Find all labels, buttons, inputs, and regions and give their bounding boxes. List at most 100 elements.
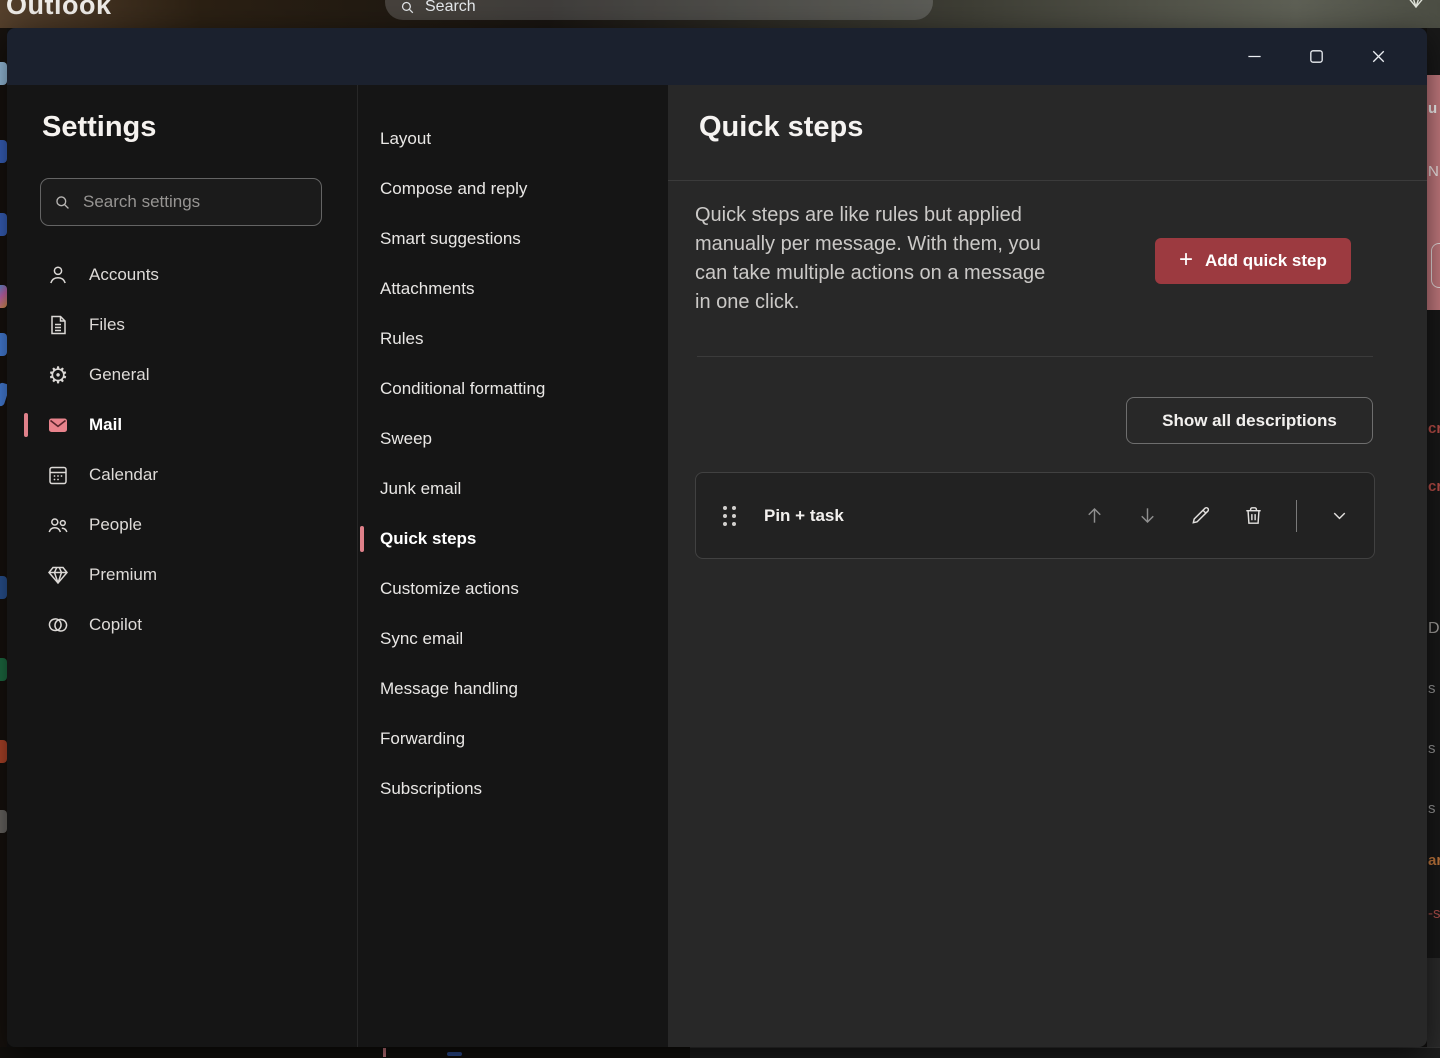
close-button[interactable] — [1347, 37, 1409, 77]
sidebar-item-label: Calendar — [89, 465, 158, 485]
sidebar-item-label: General — [89, 365, 149, 385]
settings-title: Settings — [42, 111, 156, 144]
sidebar-item-files[interactable]: Files — [7, 300, 357, 350]
app-rail-icon — [0, 382, 7, 407]
settings-dialog: Settings Accounts — [7, 28, 1427, 1047]
screen: Outlook Search u N cr cr De s s s ar -s — [0, 0, 1440, 1058]
background-button-edge — [1431, 243, 1440, 288]
delete-button[interactable] — [1241, 503, 1266, 528]
sidebar-item-label: People — [89, 515, 142, 535]
sidebar-item-accounts[interactable]: Accounts — [7, 250, 357, 300]
nav-item-quick-steps[interactable]: Quick steps — [358, 514, 668, 564]
settings-sidebar: Settings Accounts — [7, 85, 358, 1047]
add-quick-step-button[interactable]: + Add quick step — [1155, 238, 1351, 284]
background-content-right: u N cr cr De s s s ar -s — [1427, 28, 1440, 1047]
sidebar-item-label: Copilot — [89, 615, 142, 635]
app-rail-icon — [0, 213, 7, 236]
move-up-button[interactable] — [1082, 503, 1107, 528]
gear-icon: ⚙ — [45, 362, 71, 388]
sidebar-item-mail[interactable]: Mail — [7, 400, 357, 450]
chevron-down-icon — [1328, 504, 1351, 527]
background-content-bottom — [0, 1047, 1440, 1058]
sidebar-item-people[interactable]: People — [7, 500, 357, 550]
show-all-descriptions-button[interactable]: Show all descriptions — [1126, 397, 1373, 444]
settings-search-box[interactable] — [40, 178, 322, 226]
plus-icon: + — [1179, 248, 1193, 272]
nav-item-subscriptions[interactable]: Subscriptions — [358, 764, 668, 814]
dialog-titlebar — [7, 28, 1427, 85]
trash-icon — [1242, 504, 1265, 527]
background-app-rail — [0, 28, 7, 1058]
outlook-logo: Outlook — [6, 0, 112, 21]
diamond-icon — [45, 562, 71, 588]
background-block — [1427, 958, 1440, 1047]
window-controls — [1223, 28, 1409, 85]
quick-step-name: Pin + task — [764, 506, 844, 526]
sidebar-item-label: Premium — [89, 565, 157, 585]
minimize-button[interactable] — [1223, 37, 1285, 77]
search-icon — [399, 0, 416, 16]
nav-item-forwarding[interactable]: Forwarding — [358, 714, 668, 764]
pencil-icon — [1189, 504, 1212, 527]
app-rail-icon — [0, 333, 7, 356]
calendar-icon — [45, 462, 71, 488]
nav-item-customize-actions[interactable]: Customize actions — [358, 564, 668, 614]
add-quick-step-label: Add quick step — [1205, 251, 1327, 271]
nav-item-smart-suggestions[interactable]: Smart suggestions — [358, 214, 668, 264]
nav-item-junk-email[interactable]: Junk email — [358, 464, 668, 514]
sidebar-item-label: Accounts — [89, 265, 159, 285]
app-rail-icon — [0, 62, 7, 85]
search-icon — [53, 193, 72, 212]
settings-categories: Accounts Files ⚙ General — [7, 250, 357, 650]
word-rail-icon — [0, 576, 7, 599]
excel-rail-icon — [0, 658, 7, 681]
sidebar-item-premium[interactable]: Premium — [7, 550, 357, 600]
premium-diamond-icon — [1404, 0, 1428, 11]
maximize-icon — [1306, 46, 1327, 67]
settings-search-input[interactable] — [83, 192, 309, 212]
app-rail-icon — [0, 810, 7, 833]
quick-step-actions — [1082, 500, 1352, 532]
nav-item-message-handling[interactable]: Message handling — [358, 664, 668, 714]
divider — [668, 180, 1427, 181]
copilot-rail-icon — [0, 285, 7, 308]
document-icon — [45, 312, 71, 338]
nav-item-sweep[interactable]: Sweep — [358, 414, 668, 464]
page-title: Quick steps — [699, 111, 863, 144]
nav-item-compose-and-reply[interactable]: Compose and reply — [358, 164, 668, 214]
copilot-icon — [45, 612, 71, 638]
move-down-button[interactable] — [1135, 503, 1160, 528]
sidebar-item-label: Files — [89, 315, 125, 335]
mail-icon — [45, 412, 71, 438]
top-search-placeholder: Search — [425, 0, 476, 16]
minimize-icon — [1244, 46, 1265, 67]
person-icon — [45, 262, 71, 288]
dialog-body: Settings Accounts — [7, 85, 1427, 1047]
sidebar-item-calendar[interactable]: Calendar — [7, 450, 357, 500]
mail-settings-nav: Layout Compose and reply Smart suggestio… — [358, 85, 668, 1047]
nav-item-attachments[interactable]: Attachments — [358, 264, 668, 314]
arrow-up-icon — [1083, 504, 1106, 527]
quick-step-row: Pin + task — [695, 472, 1375, 559]
nav-item-conditional-formatting[interactable]: Conditional formatting — [358, 364, 668, 414]
powerpoint-rail-icon — [0, 740, 7, 763]
maximize-button[interactable] — [1285, 37, 1347, 77]
nav-item-sync-email[interactable]: Sync email — [358, 614, 668, 664]
drag-handle-icon[interactable] — [723, 506, 736, 526]
expand-button[interactable] — [1327, 503, 1352, 528]
sidebar-item-copilot[interactable]: Copilot — [7, 600, 357, 650]
nav-item-layout[interactable]: Layout — [358, 114, 668, 164]
quick-steps-description: Quick steps are like rules but applied m… — [695, 201, 1045, 317]
app-rail-icon — [0, 140, 7, 163]
divider — [697, 356, 1373, 357]
background-titlebar: Outlook Search — [0, 0, 1440, 28]
edit-button[interactable] — [1188, 503, 1213, 528]
quick-steps-panel: Quick steps Quick steps are like rules b… — [668, 85, 1427, 1047]
sidebar-item-general[interactable]: ⚙ General — [7, 350, 357, 400]
nav-item-rules[interactable]: Rules — [358, 314, 668, 364]
people-icon — [45, 512, 71, 538]
arrow-down-icon — [1136, 504, 1159, 527]
top-search-bar: Search — [385, 0, 933, 20]
close-icon — [1368, 46, 1389, 67]
divider — [1296, 500, 1297, 532]
